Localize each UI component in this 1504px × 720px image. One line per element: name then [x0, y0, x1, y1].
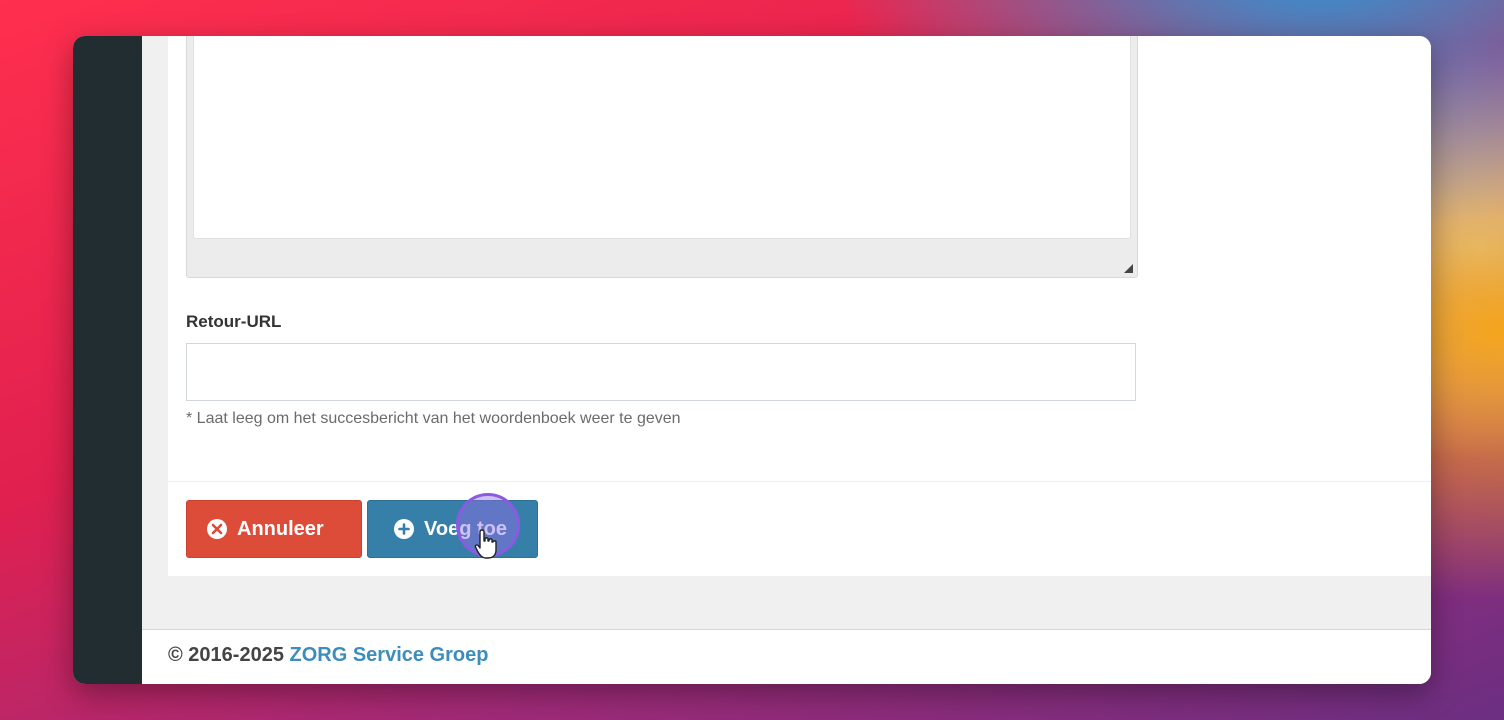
- footer-company-link[interactable]: ZORG Service Groep: [290, 644, 489, 666]
- plus-circle-icon: [394, 519, 414, 539]
- sidebar: [73, 36, 142, 684]
- return-url-input[interactable]: [186, 343, 1136, 401]
- footer: © 2016-2025 ZORG Service Groep: [142, 629, 1431, 684]
- app-window: Retour-URL * Laat leeg om het succesberi…: [73, 36, 1431, 684]
- divider: [168, 481, 1431, 482]
- form-box: Retour-URL * Laat leeg om het succesberi…: [168, 36, 1431, 576]
- footer-copyright: © 2016-2025: [168, 644, 284, 666]
- main-content: Retour-URL * Laat leeg om het succesberi…: [142, 36, 1431, 684]
- return-url-help-text: * Laat leeg om het succesbericht van het…: [186, 410, 681, 427]
- hand-cursor-icon: [474, 529, 497, 559]
- resize-handle-icon[interactable]: [1124, 264, 1133, 273]
- footer-text: © 2016-2025 ZORG Service Groep: [168, 644, 488, 667]
- cancel-button[interactable]: Annuleer: [186, 500, 362, 558]
- textarea-field[interactable]: [193, 36, 1131, 239]
- cancel-button-label: Annuleer: [237, 517, 324, 540]
- return-url-label: Retour-URL: [186, 312, 282, 331]
- textarea-editor: [186, 36, 1138, 278]
- times-circle-icon: [207, 519, 227, 539]
